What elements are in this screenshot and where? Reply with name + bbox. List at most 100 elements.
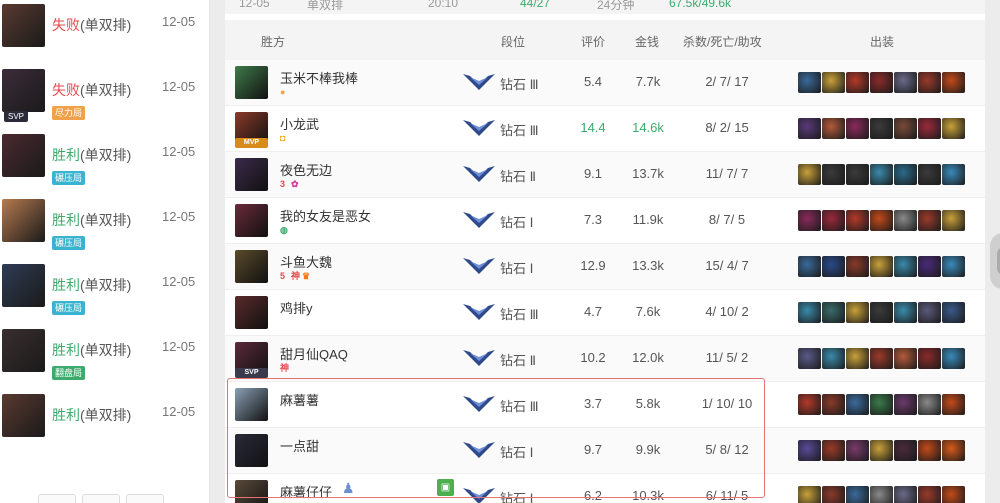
item-icon[interactable] <box>942 256 965 277</box>
item-icon[interactable] <box>918 486 941 503</box>
item-icon[interactable] <box>822 210 845 231</box>
item-icon[interactable] <box>798 164 821 185</box>
player-row[interactable]: 一点甜 钻石 Ⅰ 9.7 9.9k 5/ 8/ 12 <box>225 428 985 474</box>
add-friend-icon[interactable]: ♟ <box>342 480 355 497</box>
item-icon[interactable] <box>798 394 821 415</box>
item-icon[interactable] <box>822 348 845 369</box>
item-icon[interactable] <box>846 486 869 503</box>
item-icon[interactable] <box>798 486 821 503</box>
share-icon[interactable]: ▣ <box>437 479 454 496</box>
item-icon[interactable] <box>942 118 965 139</box>
player-row[interactable]: 斗鱼大魏 5 神 ♛ 钻石 Ⅰ 12.9 13.3k 15/ 4/ 7 <box>225 244 985 290</box>
item-icon[interactable] <box>918 256 941 277</box>
item-icon[interactable] <box>846 302 869 323</box>
item-icon[interactable] <box>846 118 869 139</box>
player-row[interactable]: 夜色无边 3 ✿ 钻石 Ⅱ 9.1 13.7k 11/ 7/ 7 <box>225 152 985 198</box>
item-icon[interactable] <box>894 440 917 461</box>
player-row[interactable]: 鸡排y 钻石 Ⅲ 4.7 7.6k 4/ 10/ 2 <box>225 290 985 336</box>
item-icon[interactable] <box>822 118 845 139</box>
item-icon[interactable] <box>870 118 893 139</box>
item-icon[interactable] <box>942 164 965 185</box>
item-icon[interactable] <box>870 72 893 93</box>
item-icon[interactable] <box>798 256 821 277</box>
item-icon[interactable] <box>870 348 893 369</box>
item-icon[interactable] <box>894 348 917 369</box>
history-item[interactable]: SVP 失败(单双排) 12-05 尽力局 <box>0 67 210 132</box>
item-icon[interactable] <box>822 164 845 185</box>
item-icon[interactable] <box>942 348 965 369</box>
item-icon[interactable] <box>942 440 965 461</box>
item-icon[interactable] <box>846 256 869 277</box>
player-name[interactable]: 斗鱼大魏 <box>280 252 332 271</box>
item-icon[interactable] <box>942 486 965 503</box>
player-name[interactable]: 麻薯仔仔 <box>280 482 332 501</box>
history-item[interactable]: 失败(单双排) 12-05 <box>0 2 210 67</box>
player-name[interactable]: 甜月仙QAQ <box>280 344 348 363</box>
item-icon[interactable] <box>894 256 917 277</box>
item-icon[interactable] <box>798 348 821 369</box>
item-icon[interactable] <box>894 210 917 231</box>
item-icon[interactable] <box>870 394 893 415</box>
item-icon[interactable] <box>822 486 845 503</box>
page-prev-button[interactable] <box>38 494 76 503</box>
item-icon[interactable] <box>870 256 893 277</box>
item-icon[interactable] <box>846 210 869 231</box>
item-icon[interactable] <box>822 394 845 415</box>
item-icon[interactable] <box>942 394 965 415</box>
player-name[interactable]: 夜色无边 <box>280 160 332 179</box>
player-row[interactable]: MVP 小龙武 ◘ 钻石 Ⅲ 14.4 14.6k 8/ 2/ 15 <box>225 106 985 152</box>
item-icon[interactable] <box>822 256 845 277</box>
item-icon[interactable] <box>846 440 869 461</box>
item-icon[interactable] <box>894 302 917 323</box>
item-icon[interactable] <box>894 394 917 415</box>
history-item[interactable]: 胜利(单双排) 12-05 翻盘局 <box>0 327 210 392</box>
player-name[interactable]: 麻薯薯 <box>280 390 319 409</box>
item-icon[interactable] <box>798 210 821 231</box>
player-row[interactable]: 麻薯仔仔 ♟ ▣ 钻石 Ⅰ 6.2 10.3k 6/ 11/ 5 <box>225 474 985 503</box>
player-name[interactable]: 我的女友是恶女 <box>280 206 371 225</box>
player-row[interactable]: 我的女友是恶女 ◍ 钻石 Ⅰ 7.3 11.9k 8/ 7/ 5 <box>225 198 985 244</box>
item-icon[interactable] <box>918 72 941 93</box>
item-icon[interactable] <box>894 72 917 93</box>
item-icon[interactable] <box>870 486 893 503</box>
item-icon[interactable] <box>846 164 869 185</box>
player-row[interactable]: SVP 甜月仙QAQ 神 钻石 Ⅱ 10.2 12.0k 11/ 5/ 2 <box>225 336 985 382</box>
item-icon[interactable] <box>942 72 965 93</box>
item-icon[interactable] <box>798 440 821 461</box>
item-icon[interactable] <box>798 72 821 93</box>
page-current-button[interactable] <box>82 494 120 503</box>
item-icon[interactable] <box>918 210 941 231</box>
item-icon[interactable] <box>918 394 941 415</box>
item-icon[interactable] <box>798 302 821 323</box>
player-name[interactable]: 一点甜 <box>280 436 319 455</box>
player-row[interactable]: 玉米不棒我棒 ● 钻石 Ⅲ 5.4 7.7k 2/ 7/ 17 <box>225 60 985 106</box>
item-icon[interactable] <box>918 348 941 369</box>
player-row[interactable]: 麻薯薯 钻石 Ⅲ 3.7 5.8k 1/ 10/ 10 <box>225 382 985 428</box>
item-icon[interactable] <box>822 440 845 461</box>
player-name[interactable]: 鸡排y <box>280 298 313 317</box>
item-icon[interactable] <box>798 118 821 139</box>
item-icon[interactable] <box>870 164 893 185</box>
history-item[interactable]: 胜利(单双排) 12-05 碾压局 <box>0 262 210 327</box>
item-icon[interactable] <box>870 302 893 323</box>
item-icon[interactable] <box>846 394 869 415</box>
item-icon[interactable] <box>894 118 917 139</box>
item-icon[interactable] <box>918 302 941 323</box>
item-icon[interactable] <box>822 72 845 93</box>
item-icon[interactable] <box>894 164 917 185</box>
item-icon[interactable] <box>918 118 941 139</box>
item-icon[interactable] <box>894 486 917 503</box>
page-next-button[interactable] <box>126 494 164 503</box>
item-icon[interactable] <box>942 302 965 323</box>
history-item[interactable]: 胜利(单双排) 12-05 碾压局 <box>0 197 210 262</box>
player-name[interactable]: 玉米不棒我棒 <box>280 68 358 87</box>
item-icon[interactable] <box>942 210 965 231</box>
side-scroll-button[interactable] <box>990 233 1000 289</box>
item-icon[interactable] <box>918 164 941 185</box>
item-icon[interactable] <box>846 72 869 93</box>
item-icon[interactable] <box>822 302 845 323</box>
history-item[interactable]: 胜利(单双排) 12-05 <box>0 392 210 457</box>
item-icon[interactable] <box>846 348 869 369</box>
item-icon[interactable] <box>870 440 893 461</box>
item-icon[interactable] <box>918 440 941 461</box>
